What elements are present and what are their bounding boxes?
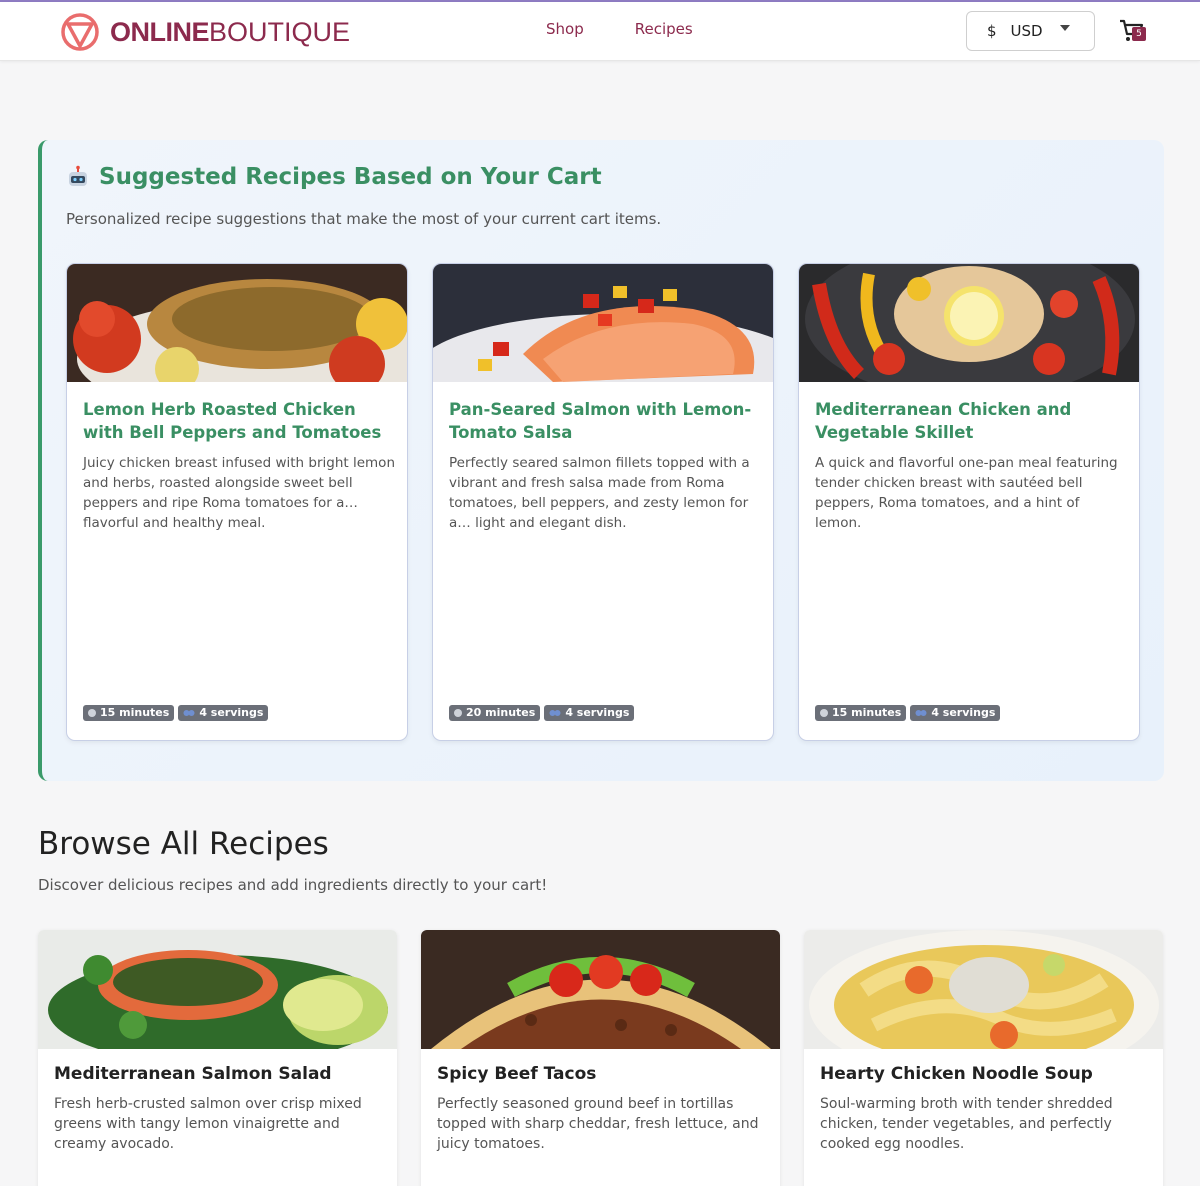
recipe-description: A quick and flavorful one-pan meal featu… [815, 455, 1118, 531]
recipe-description: Perfectly seasoned ground beef in tortil… [437, 1096, 759, 1152]
recipe-title[interactable]: Mediterranean Salmon Salad [54, 1064, 332, 1084]
recipe-image [67, 264, 407, 382]
suggested-recipe-card[interactable]: Lemon Herb Roasted Chicken with Bell Pep… [66, 263, 408, 741]
recipe-image [421, 930, 780, 1049]
clock-icon [820, 708, 828, 717]
suggested-title-text: Suggested Recipes Based on Your Cart [99, 164, 602, 190]
recipe-tags: 20 minutes 4 servings [449, 705, 638, 721]
recipe-title[interactable]: Mediterranean Chicken and Vegetable Skil… [815, 398, 1125, 444]
recipe-title[interactable]: Hearty Chicken Noodle Soup [820, 1064, 1093, 1084]
brand-logo[interactable]: ONLINEBOUTIQUE [60, 10, 350, 54]
recipe-title[interactable]: Spicy Beef Tacos [437, 1064, 596, 1084]
suggested-subtitle: Personalized recipe suggestions that mak… [66, 210, 662, 228]
recipe-title[interactable]: Lemon Herb Roasted Chicken with Bell Pep… [83, 398, 393, 444]
recipe-tags: 15 minutes 4 servings [815, 705, 1004, 721]
browse-subtitle: Discover delicious recipes and add ingre… [38, 876, 548, 894]
people-icon [183, 709, 195, 716]
nav-recipes-link[interactable]: Recipes [635, 20, 693, 38]
suggested-recipe-card[interactable]: Mediterranean Chicken and Vegetable Skil… [798, 263, 1140, 741]
currency-code: USD [1010, 22, 1043, 40]
caret-down-icon [1060, 25, 1070, 31]
clock-icon [88, 708, 96, 717]
nav-shop-link[interactable]: Shop [546, 20, 584, 38]
recipe-image [799, 264, 1139, 382]
clock-icon [454, 708, 462, 717]
recipe-description: Juicy chicken breast infused with bright… [83, 455, 396, 531]
recipe-image [433, 264, 773, 382]
recipe-title[interactable]: Pan-Seared Salmon with Lemon-Tomato Sals… [449, 398, 759, 444]
suggested-recipes-section: Suggested Recipes Based on Your Cart Per… [38, 140, 1164, 781]
brand-logo-icon [61, 13, 99, 51]
servings-badge: 4 servings [910, 705, 1001, 721]
suggested-recipe-card[interactable]: Pan-Seared Salmon with Lemon-Tomato Sals… [432, 263, 774, 741]
time-badge: 15 minutes [83, 705, 175, 721]
cart-count-badge: 5 [1132, 27, 1146, 41]
recipe-description: Fresh herb-crusted salmon over crisp mix… [54, 1096, 362, 1152]
cart-button[interactable]: 5 [1118, 18, 1148, 44]
recipe-card[interactable]: Mediterranean Salmon Salad Fresh herb-cr… [38, 930, 397, 1186]
servings-badge: 4 servings [544, 705, 635, 721]
recipe-card[interactable]: Hearty Chicken Noodle Soup Soul-warming … [804, 930, 1163, 1186]
currency-symbol: $ [987, 22, 997, 40]
time-badge: 15 minutes [815, 705, 907, 721]
servings-badge: 4 servings [178, 705, 269, 721]
time-badge: 20 minutes [449, 705, 541, 721]
recipe-description: Soul-warming broth with tender shredded … [820, 1096, 1113, 1152]
currency-select[interactable]: $ USD [966, 11, 1095, 51]
recipe-tags: 15 minutes 4 servings [83, 705, 272, 721]
recipe-image [38, 930, 397, 1049]
recipe-card[interactable]: Spicy Beef Tacos Perfectly seasoned grou… [421, 930, 780, 1186]
recipe-description: Perfectly seared salmon fillets topped w… [449, 455, 750, 531]
suggested-title: Suggested Recipes Based on Your Cart [66, 164, 602, 190]
brand-name: ONLINEBOUTIQUE [110, 16, 351, 47]
people-icon [549, 709, 561, 716]
people-icon [915, 709, 927, 716]
robot-icon [69, 165, 87, 186]
browse-title: Browse All Recipes [38, 826, 329, 862]
main-nav: Shop Recipes [546, 20, 744, 38]
site-header: ONLINEBOUTIQUE Shop Recipes $ USD 5 [0, 2, 1200, 61]
recipe-image [804, 930, 1163, 1049]
